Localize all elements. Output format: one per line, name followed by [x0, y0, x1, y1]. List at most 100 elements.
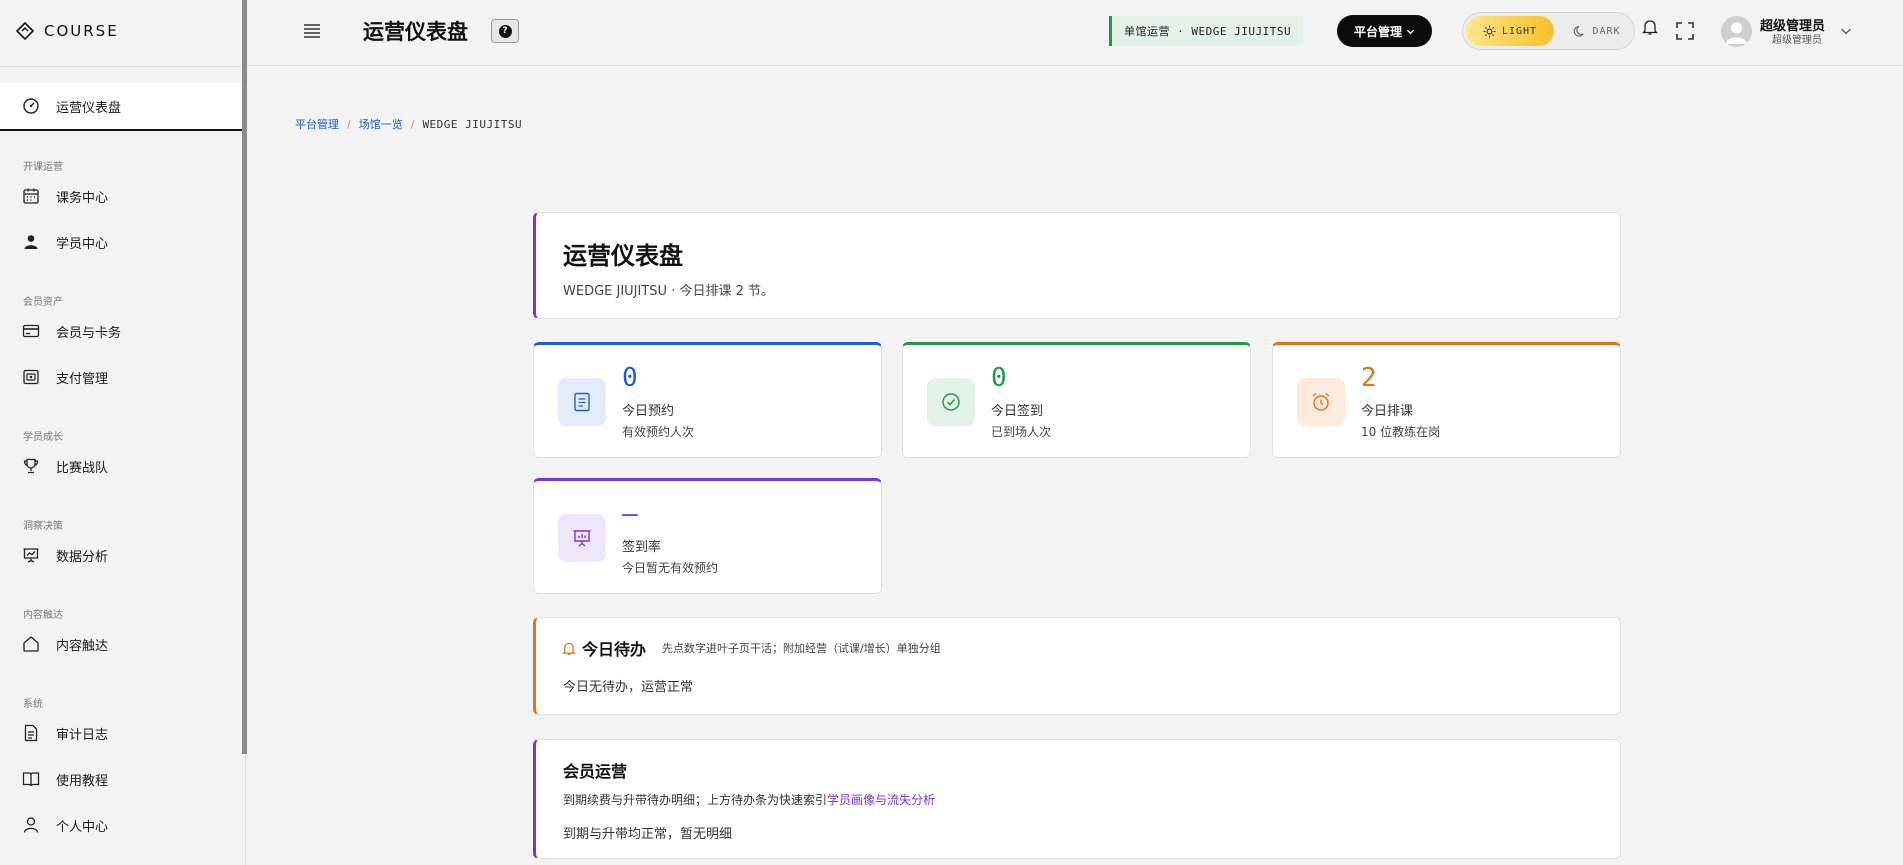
hero-title: 运营仪表盘 — [563, 242, 683, 270]
question-icon: ? — [498, 24, 512, 38]
stat-label: 今日签到 — [991, 404, 1044, 419]
sidebar-item-content-outreach[interactable]: 内容触达 — [0, 624, 242, 664]
theme-light-label: LIGHT — [1501, 25, 1538, 37]
diamond-logo-icon — [16, 22, 34, 40]
dashboard-gauge-icon — [23, 98, 39, 114]
nav-group-label: 洞察决策 — [23, 521, 63, 532]
breadcrumb-current: WEDGE JIUJITSU — [422, 117, 523, 131]
presentation-board-icon — [573, 530, 591, 547]
check-circle-icon — [942, 393, 960, 411]
member-ops-desc-text: 到期续费与升带待办明细；上方待办条为快速索引 — [563, 793, 828, 807]
user-role: 超级管理员 — [1772, 35, 1822, 46]
sidebar-item-payments[interactable]: 支付管理 — [0, 357, 242, 397]
book-icon — [22, 772, 40, 787]
stat-icon-wrap — [558, 514, 606, 562]
stat-desc: 10 位教练在岗 — [1361, 425, 1441, 439]
sidebar-item-label: 个人中心 — [56, 819, 109, 835]
avatar-user-icon — [1726, 22, 1747, 44]
todo-title: 今日待办 — [582, 640, 647, 659]
venue-scope-badge: 单馆运营 · WEDGE JIUJITSU — [1109, 16, 1304, 46]
dashboard-hero-card: 运营仪表盘 WEDGE JIUJITSU · 今日排课 2 节。 — [533, 212, 1621, 319]
list-document-icon — [574, 392, 590, 412]
avatar[interactable] — [1721, 16, 1752, 47]
bell-icon — [562, 642, 576, 655]
sidebar-item-analytics[interactable]: 数据分析 — [0, 535, 242, 575]
sidebar-item-label: 内容触达 — [56, 638, 109, 654]
stat-card-checkins[interactable]: 0 今日签到 已到场人次 — [902, 342, 1251, 458]
sidebar-divider — [0, 66, 242, 67]
notification-bell-icon[interactable] — [1642, 18, 1658, 36]
sidebar-item-label: 学员中心 — [56, 236, 109, 252]
stat-label: 今日排课 — [1361, 404, 1414, 419]
stat-value: — — [622, 499, 638, 529]
breadcrumb-link-platform[interactable]: 平台管理 — [295, 116, 339, 132]
brand-name: COURSE — [44, 22, 119, 40]
stat-desc: 有效预约人次 — [622, 425, 695, 439]
stat-label: 今日预约 — [622, 404, 675, 419]
nav-group-label: 会员资产 — [23, 297, 63, 308]
member-operations-card: 会员运营 到期续费与升带待办明细；上方待办条为快速索引学员画像与流失分析 到期与… — [533, 739, 1621, 859]
credit-card-icon — [22, 324, 40, 338]
sidebar-item-students[interactable]: 学员中心 — [0, 222, 242, 262]
trophy-icon — [23, 458, 39, 474]
sidebar-item-dashboard[interactable]: 运营仪表盘 — [0, 83, 242, 131]
platform-admin-label: 平台管理 — [1353, 24, 1402, 39]
sidebar-item-audit-log[interactable]: 审计日志 — [0, 713, 242, 753]
sidebar-scrollbar[interactable] — [242, 0, 247, 754]
sidebar-item-label: 支付管理 — [56, 371, 109, 387]
member-ops-description: 到期续费与升带待办明细；上方待办条为快速索引学员画像与流失分析 — [563, 791, 935, 808]
sidebar-item-label: 数据分析 — [56, 549, 109, 565]
sidebar-item-label: 审计日志 — [56, 727, 109, 743]
chevron-down-icon[interactable] — [1840, 25, 1852, 37]
sidebar-item-label: 使用教程 — [56, 773, 109, 789]
chevron-down-icon — [1406, 29, 1415, 34]
stat-card-bookings[interactable]: 0 今日预约 有效预约人次 — [533, 342, 882, 458]
todo-empty-text: 今日无待办，运营正常 — [563, 680, 694, 695]
page-title: 运营仪表盘 — [363, 20, 468, 44]
hero-subtitle: WEDGE JIUJITSU · 今日排课 2 节。 — [563, 284, 774, 299]
stat-icon-wrap — [558, 378, 606, 426]
stat-icon-wrap — [927, 378, 975, 426]
fullscreen-icon[interactable] — [1675, 21, 1695, 41]
sidebar-item-label: 课务中心 — [56, 190, 109, 206]
stat-value: 0 — [991, 363, 1007, 393]
top-header: 运营仪表盘 ? 单馆运营 · WEDGE JIUJITSU 平台管理 LIGHT… — [247, 0, 1903, 66]
todo-header: 今日待办 先点数字进叶子页干活；附加经营（试课/增长）单独分组 — [562, 636, 941, 660]
stat-desc: 已到场人次 — [991, 425, 1052, 439]
hamburger-menu-icon[interactable] — [302, 21, 322, 41]
breadcrumb: 平台管理 / 场馆一览 / WEDGE JIUJITSU — [295, 116, 522, 132]
user-outline-icon — [23, 817, 39, 833]
nav-group-label: 内容触达 — [23, 610, 63, 621]
sidebar-item-tutorials[interactable]: 使用教程 — [0, 759, 242, 799]
user-icon — [24, 235, 38, 249]
alarm-clock-icon — [1312, 392, 1330, 411]
stat-desc: 今日暂无有效预约 — [622, 561, 719, 575]
student-analysis-link[interactable]: 学员画像与流失分析 — [827, 793, 935, 807]
member-ops-empty-text: 到期与升带均正常，暂无明细 — [563, 827, 733, 842]
sidebar-item-label: 会员与卡务 — [56, 325, 122, 341]
platform-admin-button[interactable]: 平台管理 — [1337, 15, 1432, 47]
sidebar-item-label: 比赛战队 — [56, 460, 109, 476]
sidebar: COURSE 运营仪表盘 开课运营 课务中心 学员中心 会员资产 会员与卡务 支… — [0, 0, 247, 865]
breadcrumb-link-venues[interactable]: 场馆一览 — [359, 116, 403, 132]
stat-value: 2 — [1361, 363, 1377, 393]
sun-icon — [1483, 24, 1496, 38]
breadcrumb-separator: / — [347, 117, 351, 131]
theme-light-option[interactable]: LIGHT — [1466, 16, 1554, 46]
stat-card-schedule[interactable]: 2 今日排课 10 位教练在岗 — [1272, 342, 1621, 458]
todo-hint: 先点数字进叶子页干活；附加经营（试课/增长）单独分组 — [662, 642, 941, 655]
presentation-chart-icon — [23, 548, 39, 563]
sidebar-item-profile[interactable]: 个人中心 — [0, 805, 242, 845]
sidebar-item-membership-cards[interactable]: 会员与卡务 — [0, 311, 242, 351]
sidebar-item-courses[interactable]: 课务中心 — [0, 176, 242, 216]
moon-icon — [1574, 25, 1585, 37]
brand[interactable]: COURSE — [16, 20, 119, 42]
help-button[interactable]: ? — [491, 19, 519, 43]
theme-dark-option[interactable]: DARK — [1563, 16, 1631, 46]
sidebar-item-competition-teams[interactable]: 比赛战队 — [0, 446, 242, 486]
payment-icon — [23, 369, 39, 385]
stat-card-checkin-rate[interactable]: — 签到率 今日暂无有效预约 — [533, 478, 882, 594]
calendar-icon — [23, 188, 39, 204]
stat-label: 签到率 — [622, 540, 662, 555]
stat-value: 0 — [622, 363, 638, 393]
